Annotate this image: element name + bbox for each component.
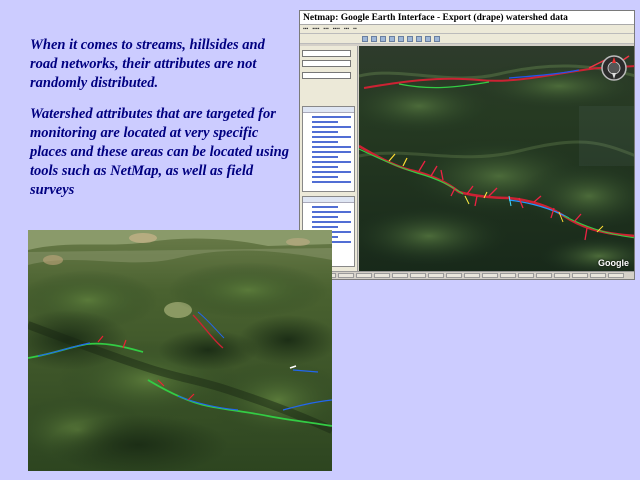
aerial-terrain-photo [28,230,332,471]
google-earth-screenshot: Netmap: Google Earth Interface - Export … [299,10,635,280]
terrain-photo [28,230,332,471]
paragraph-watershed: Watershed attributes that are targeted f… [30,106,289,198]
search-input [302,50,351,57]
window-title: Netmap: Google Earth Interface - Export … [300,11,634,25]
terrain-map [359,46,634,271]
slide-text: When it comes to streams, hillsides and … [30,36,292,212]
toolbar [300,34,634,44]
map-view: Google [359,46,634,271]
google-logo: Google [598,258,629,268]
taskbar [300,271,634,279]
search-input-3 [302,72,351,79]
compass-icon[interactable] [600,54,628,82]
slide: When it comes to streams, hillsides and … [0,0,640,480]
menu-bar: ▪▪▪ ▪▪▪▪ ▪▪▪ ▪▪▪▪ ▪▪▪ ▪▪ [300,25,634,34]
search-input-2 [302,60,351,67]
paragraph-streams: When it comes to streams, hillsides and … [30,37,265,91]
places-panel [302,106,355,192]
